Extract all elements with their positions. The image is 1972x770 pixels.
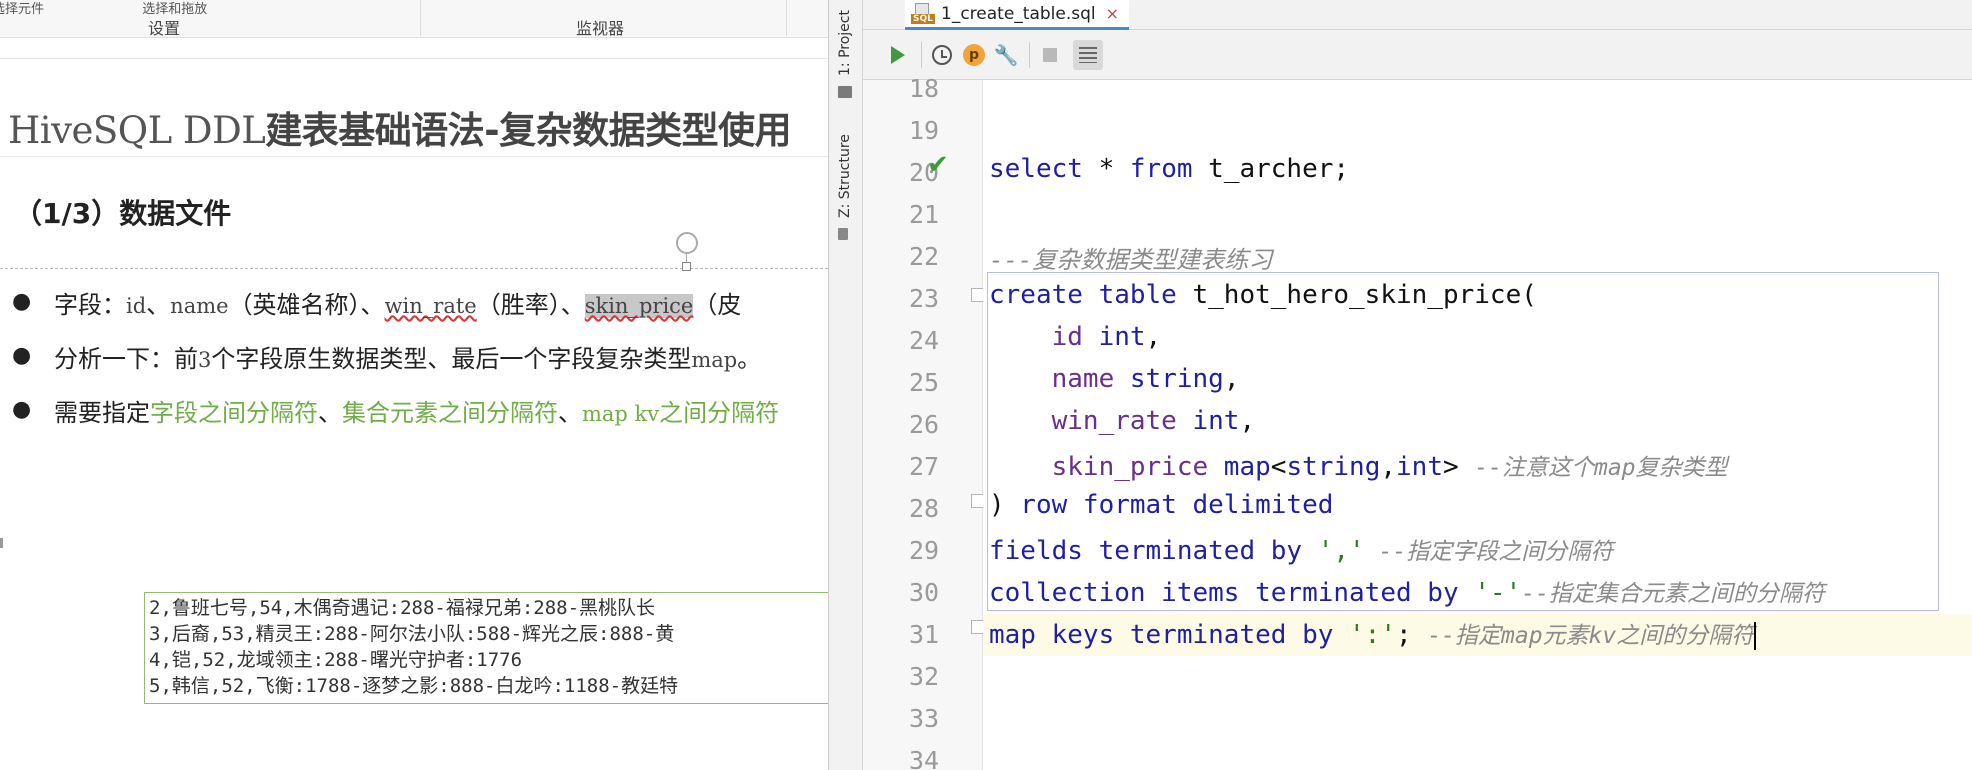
bullet-delimiters: ● 需要指定字段之间分隔符、集合元素之间分隔符、map kv之间分隔符 [10,393,828,447]
line-number: 21 [909,200,940,229]
ribbon-group-settings[interactable]: 设置 [148,15,180,39]
bullet-dot-icon: ● [12,289,32,314]
wrench-icon: 🔧 [993,43,1019,67]
line-number: 22 [909,242,940,271]
code-line-31-current: map keys terminated by ':'; --指定map元素kv之… [983,614,1972,656]
toolbar-separator [1029,42,1030,68]
statement-highlight-box [987,272,1939,611]
line-number: 25 [909,368,940,397]
ribbon-group-monitor[interactable]: 监视器 [576,15,624,39]
ribbon: 选择元件 选择和拖放 设置 监视器 [0,0,828,38]
check-icon[interactable]: ✔ [927,150,949,180]
line-number: 19 [909,116,940,145]
stop-button[interactable] [1035,40,1065,70]
line-number: 34 [909,746,940,770]
line-number: 32 [909,662,940,691]
history-button[interactable] [927,40,957,70]
output-toggle-button[interactable] [1073,40,1103,70]
bullet-dot-icon: ● [12,343,32,368]
ribbon-separator [786,0,787,36]
explain-plan-button[interactable]: p [959,40,989,70]
resize-handle[interactable] [682,262,691,271]
line-number: 23 [909,284,940,313]
line-number: 28 [909,494,940,523]
slide-edge-mark [0,538,3,548]
slide-subtitle[interactable]: （1/3）数据文件 [14,192,231,232]
play-icon [891,46,905,64]
bullet-fields: ● 字段：id、name（英雄名称）、win_rate（胜率）、skin_pri… [10,285,828,339]
editor-gutter: 18 19 20 21 22 23 24 25 26 27 28 29 30 3… [863,74,983,770]
folder-icon [838,86,852,98]
ribbon-item-select[interactable]: 选择元件 [0,2,44,17]
project-tool-tab[interactable]: 1: Project [837,10,853,76]
editor-toolbar: p 🔧 [863,30,1972,80]
data-file-box[interactable]: 2,鲁班七号,54,木偶奇遇记:288-福禄兄弟:288-黑桃队长 3,后裔,5… [144,592,828,704]
ide-window: 1: Project Z: Structure SQL 1_create_tab… [828,0,1972,770]
data-row: 2,鲁班七号,54,木偶奇遇记:288-福禄兄弟:288-黑桃队长 [149,597,656,619]
structure-icon [838,228,848,240]
rotate-handle-icon[interactable] [676,232,698,254]
structure-tool-tab[interactable]: Z: Structure [837,134,853,218]
slide-title[interactable]: HiveSQL DDL建表基础语法-复杂数据类型使用 [8,100,792,154]
bullet-text: 字段：id、name（英雄名称）、win_rate（胜率）、skin_price… [54,291,742,319]
slide-pane: 选择元件 选择和拖放 设置 监视器 HiveSQL DDL建表基础语法-复杂数据… [0,0,828,770]
execute-button[interactable] [883,40,913,70]
divider [0,156,828,157]
line-number: 18 [909,74,940,103]
data-row: 4,铠,52,龙域领主:288-曙光守护者:1776 [149,649,523,671]
slide-title-mono: HiveSQL DDL [8,109,266,152]
stop-icon [1043,48,1057,62]
line-number: 33 [909,704,940,733]
bullet-text: 分析一下：前3个字段原生数据类型、最后一个字段复杂类型map。 [54,345,762,373]
p-icon: p [963,44,985,66]
line-number: 31 [909,620,940,649]
bullet-text: 需要指定字段之间分隔符、集合元素之间分隔符、map kv之间分隔符 [54,399,780,427]
ribbon-separator [420,0,421,36]
close-icon[interactable]: × [1106,4,1119,23]
settings-button[interactable]: 🔧 [991,40,1021,70]
line-number: 27 [909,452,940,481]
bullet-list[interactable]: ● 字段：id、name（英雄名称）、win_rate（胜率）、skin_pri… [10,285,828,447]
line-number: 30 [909,578,940,607]
line-number: 29 [909,536,940,565]
line-number: 24 [909,326,940,355]
textbox-selection-border [0,268,828,269]
data-row: 3,后裔,53,精灵王:288-阿尔法小队:588-辉光之辰:888-黄 [149,623,675,645]
sql-file-icon: SQL [911,2,935,25]
text-caret [1754,621,1757,650]
code-line-20: select * from t_archer; [989,154,1350,184]
data-row: 5,韩信,52,飞衡:1788-逐梦之影:888-白龙吟:1188-教廷特 [149,675,679,697]
table-icon [1079,47,1097,63]
editor-tab-create-table[interactable]: SQL 1_create_table.sql × [905,0,1130,30]
editor-tab-bar: SQL 1_create_table.sql × [863,0,1972,30]
editor-tab-label: 1_create_table.sql [941,3,1096,24]
toolbar-separator [921,42,922,68]
bullet-dot-icon: ● [12,397,32,422]
bullet-analysis: ● 分析一下：前3个字段原生数据类型、最后一个字段复杂类型map。 [10,339,828,393]
line-number: 26 [909,410,940,439]
slide-title-text: 建表基础语法-复杂数据类型使用 [265,109,792,152]
divider [0,58,828,59]
clock-icon [932,45,952,65]
tool-window-strip: 1: Project Z: Structure [829,0,863,770]
